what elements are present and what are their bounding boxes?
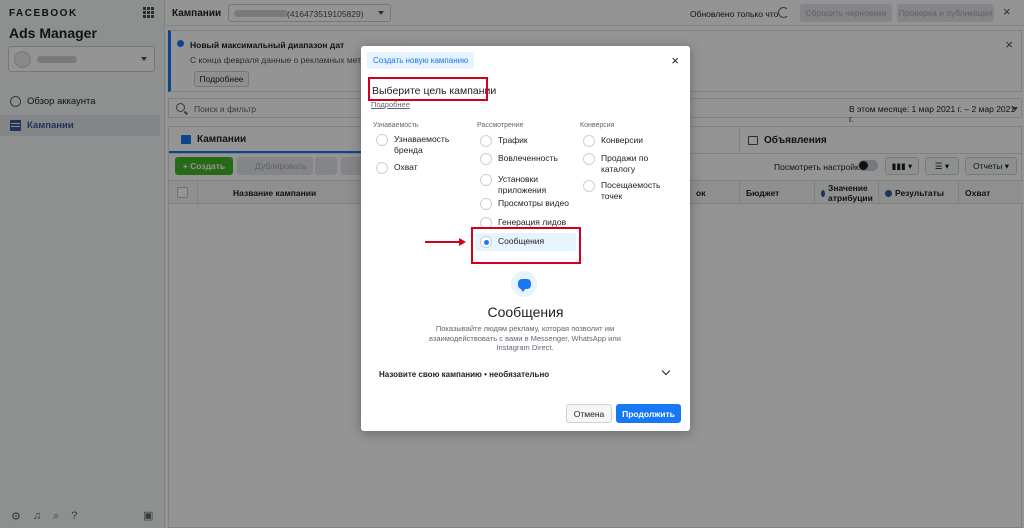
radio-button[interactable] xyxy=(376,134,388,146)
campaign-name-toggle[interactable]: Назовите свою кампанию • необязательно xyxy=(379,370,549,379)
objective-video-views[interactable]: Просмотры видео xyxy=(480,198,575,210)
radio-button[interactable] xyxy=(583,135,595,147)
objective-description-title: Сообщения xyxy=(487,304,564,320)
objective-description-text: Показывайте людям рекламу, которая позво… xyxy=(429,324,621,352)
objective-label: Узнаваемость бренда xyxy=(394,134,450,155)
objective-label: Продажи по каталогу xyxy=(601,153,649,174)
objective-label: Просмотры видео xyxy=(498,198,569,208)
radio-button[interactable] xyxy=(480,174,492,186)
objective-app-installs[interactable]: Установки приложения xyxy=(480,174,550,195)
messages-icon xyxy=(511,271,537,297)
objective-label: Установки приложения xyxy=(498,174,547,195)
objective-label: Генерация лидов xyxy=(498,217,567,227)
objective-label: Вовлеченность xyxy=(498,153,558,163)
annotation-highlight-messages xyxy=(471,227,581,264)
objective-reach[interactable]: Охват xyxy=(376,162,466,174)
close-icon[interactable]: × xyxy=(671,54,679,67)
radio-button[interactable] xyxy=(583,180,595,192)
chevron-down-icon[interactable] xyxy=(661,366,671,376)
objective-label: Трафик xyxy=(498,135,528,145)
annotation-highlight-title xyxy=(368,77,488,101)
radio-button[interactable] xyxy=(376,162,388,174)
radio-button[interactable] xyxy=(480,135,492,147)
dialog-header-chip: Создать новую кампанию xyxy=(367,52,475,69)
radio-button[interactable] xyxy=(480,153,492,165)
column-heading-conversion: Конверсия xyxy=(580,122,615,129)
annotation-arrow-head xyxy=(459,238,466,246)
learn-more-link[interactable]: Подробнее xyxy=(371,100,410,109)
radio-button[interactable] xyxy=(480,198,492,210)
objective-engagement[interactable]: Вовлеченность xyxy=(480,153,575,165)
objective-brand-awareness[interactable]: Узнаваемость бренда xyxy=(376,134,466,155)
cancel-button[interactable]: Отмена xyxy=(566,404,612,423)
objective-label: Посещаемость точек xyxy=(601,180,661,201)
continue-button[interactable]: Продолжить xyxy=(616,404,681,423)
objective-catalog-sales[interactable]: Продажи по каталогу xyxy=(583,153,653,174)
objective-conversions[interactable]: Конверсии xyxy=(583,135,678,147)
annotation-arrow xyxy=(425,241,461,243)
column-heading-awareness: Узнаваемость xyxy=(373,122,419,129)
objective-label: Конверсии xyxy=(601,135,643,145)
objective-label: Охват xyxy=(394,162,418,172)
create-campaign-dialog: Создать новую кампанию × Выберите цель к… xyxy=(361,46,690,431)
column-heading-consideration: Рассмотрение xyxy=(477,122,524,129)
radio-button[interactable] xyxy=(583,153,595,165)
objective-traffic[interactable]: Трафик xyxy=(480,135,575,147)
objective-store-traffic[interactable]: Посещаемость точек xyxy=(583,180,663,201)
